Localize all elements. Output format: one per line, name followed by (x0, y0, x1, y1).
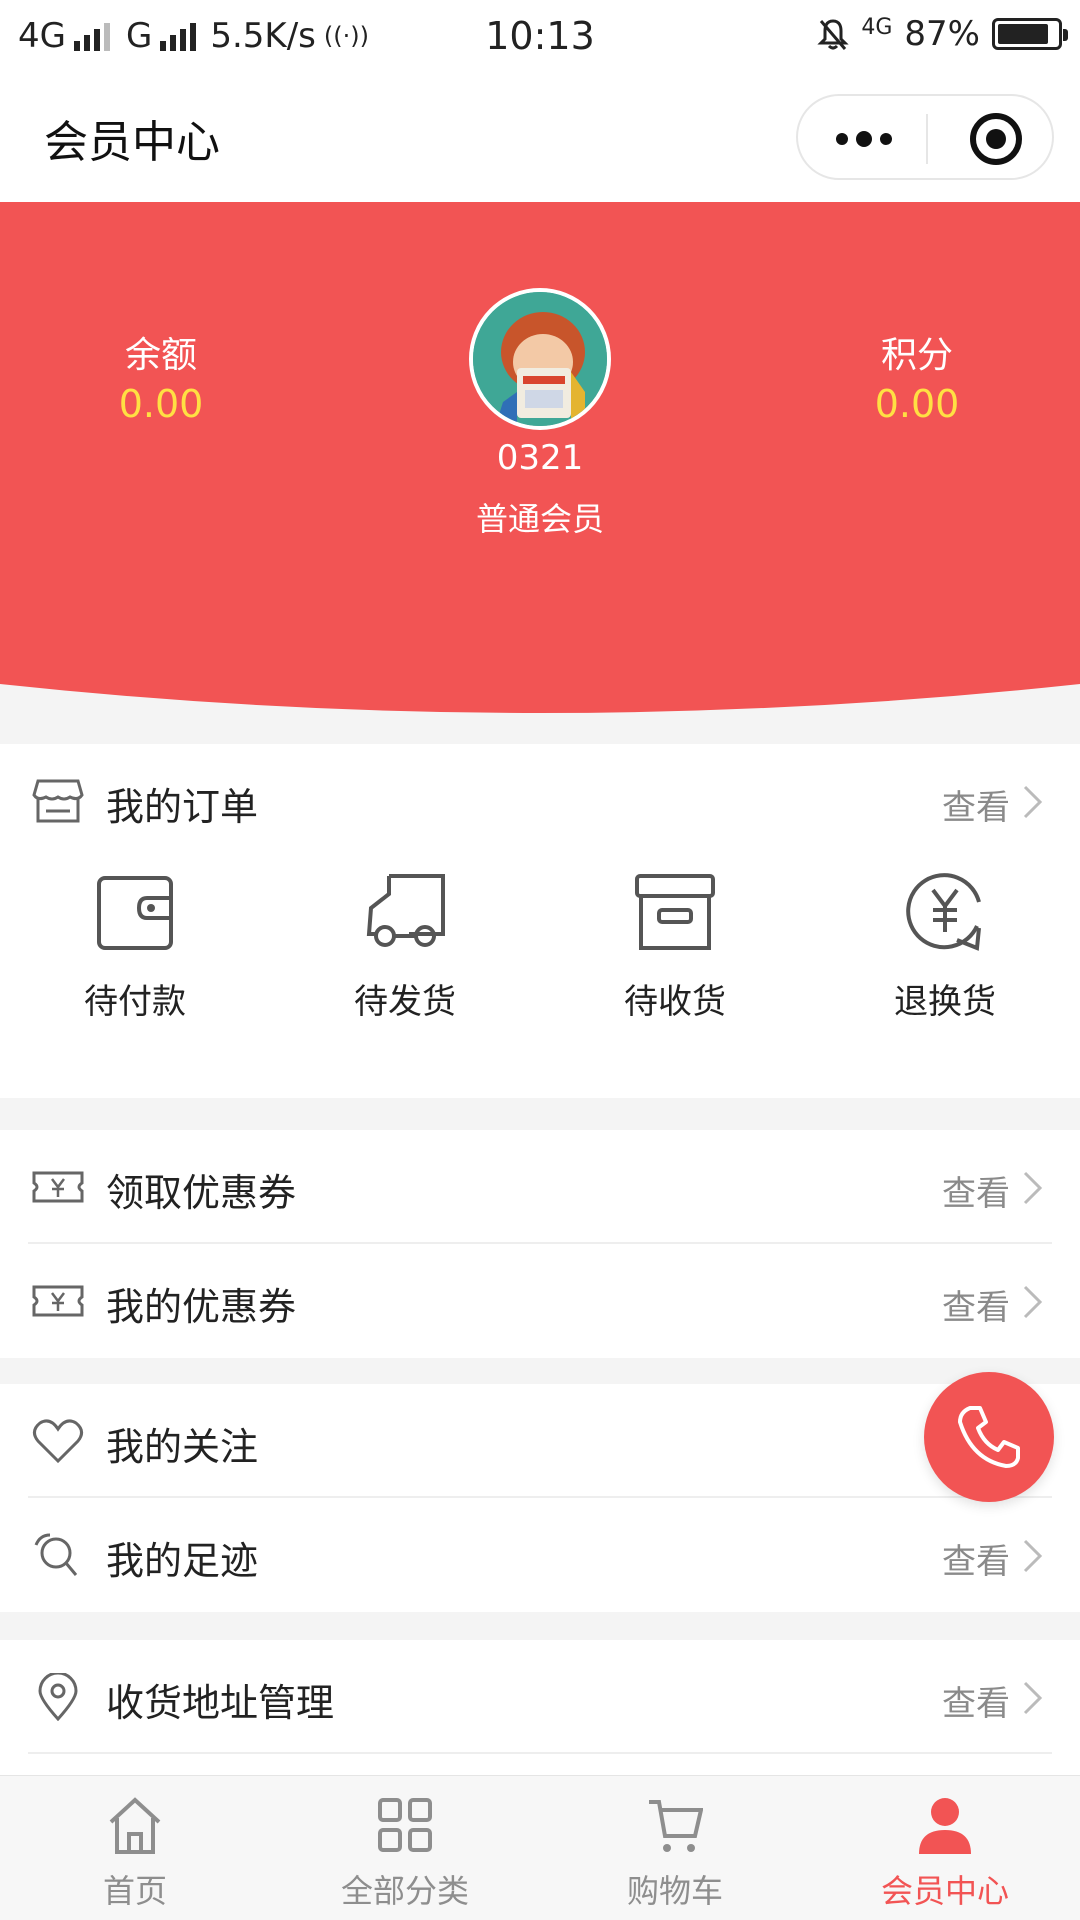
address-section: 收货地址管理 查看 (0, 1640, 1080, 1775)
username: 0321 (496, 438, 584, 478)
order-pending-receipt[interactable]: 待收货 (540, 858, 810, 1098)
points-label: 积分 (880, 335, 953, 376)
tab-cart-label: 购物车 (626, 1872, 723, 1910)
balance-value: 0.00 (118, 382, 204, 426)
network-label-3: 4G (861, 14, 893, 40)
points-value: 0.00 (874, 382, 960, 426)
get-coupons-row[interactable]: 领取优惠券 查看 (0, 1130, 1080, 1244)
favorites-row[interactable]: 我的关注 (0, 1384, 1080, 1498)
footprints-row[interactable]: 我的足迹 查看 (0, 1498, 1080, 1612)
orders-section: 我的订单 查看 待付款 待发货 待收货 退换货 (0, 744, 1080, 1098)
order-returns-label: 退换货 (894, 982, 996, 1022)
get-coupons-view-link[interactable]: 查看 (942, 1166, 1010, 1215)
coupon-icon (32, 1171, 84, 1203)
mute-bell-icon (817, 19, 849, 50)
box-icon (635, 874, 715, 950)
mini-program-capsule (796, 94, 1054, 180)
address-row[interactable]: 收货地址管理 查看 (0, 1640, 1080, 1754)
chevron-right-icon (1023, 785, 1043, 819)
footprints-view-link[interactable]: 查看 (942, 1534, 1010, 1583)
balance-label: 余额 (124, 335, 197, 376)
points-block[interactable]: 积分 0.00 (797, 326, 1037, 426)
coupon-icon (32, 1285, 84, 1317)
footprint-icon (34, 1533, 78, 1576)
status-right: 4G 87% (817, 14, 1068, 54)
tab-member-center-label: 会员中心 (880, 1872, 1009, 1910)
profile-header: 余额 0.00 积分 0.00 0321 普通会员 (0, 202, 1080, 722)
capsule-divider (926, 114, 928, 164)
order-returns[interactable]: 退换货 (810, 858, 1080, 1098)
member-center-page: 4G G 5.5K/s ((·)) 10:13 4G 87% 会员中心 余额 0… (0, 0, 1080, 1920)
heart-icon (33, 1419, 83, 1464)
avatar[interactable] (469, 288, 611, 430)
more-menu-icon[interactable] (836, 96, 892, 182)
truck-icon (366, 874, 445, 947)
tab-categories[interactable]: 全部分类 (270, 1776, 540, 1920)
get-coupons-label: 领取优惠券 (106, 1171, 297, 1215)
chevron-right-icon (1023, 1681, 1043, 1715)
order-pending-shipment[interactable]: 待发货 (270, 858, 540, 1098)
home-icon (109, 1797, 161, 1854)
orders-view-link[interactable]: 查看 (942, 780, 1010, 829)
tab-home[interactable]: 首页 (0, 1776, 270, 1920)
wallet-icon (97, 876, 173, 950)
coupons-section: 领取优惠券 查看 我的优惠券 查看 (0, 1130, 1080, 1358)
battery-icon (992, 18, 1068, 50)
tab-cart[interactable]: 购物车 (540, 1776, 810, 1920)
phone-icon (958, 1406, 1020, 1468)
my-coupons-view-link[interactable]: 查看 (942, 1280, 1010, 1329)
activity-section: 我的关注 我的足迹 查看 (0, 1384, 1080, 1612)
order-pending-payment[interactable]: 待付款 (0, 858, 270, 1098)
grid-icon (378, 1798, 432, 1852)
balance-block[interactable]: 余额 0.00 (41, 326, 281, 426)
status-bar: 4G G 5.5K/s ((·)) 10:13 4G 87% (0, 0, 1080, 76)
chevron-right-icon (1023, 1285, 1043, 1319)
order-status-grid: 待付款 待发货 待收货 退换货 (0, 858, 1080, 1098)
location-icon (38, 1673, 78, 1721)
order-pending-receipt-label: 待收货 (624, 982, 726, 1022)
favorites-label: 我的关注 (106, 1425, 259, 1469)
address-label: 收货地址管理 (106, 1681, 335, 1725)
yuan-exchange-icon (906, 873, 981, 951)
order-pending-shipment-label: 待发货 (354, 982, 456, 1022)
orders-header-row[interactable]: 我的订单 查看 (0, 744, 1080, 858)
shop-icon (32, 779, 84, 823)
call-button[interactable] (924, 1372, 1054, 1502)
battery-fill (998, 24, 1049, 44)
footprints-label: 我的足迹 (106, 1539, 259, 1583)
nav-bar: 会员中心 (0, 76, 1080, 202)
address-view-link[interactable]: 查看 (942, 1676, 1010, 1725)
order-pending-payment-label: 待付款 (84, 982, 186, 1022)
chevron-right-icon (1023, 1171, 1043, 1205)
battery-percent: 87% (904, 14, 980, 54)
row-divider (28, 1752, 1052, 1754)
bottom-tab-bar: 首页 全部分类 购物车 会员中心 (0, 1775, 1080, 1920)
tab-member-center[interactable]: 会员中心 (810, 1776, 1080, 1920)
tab-categories-label: 全部分类 (340, 1872, 469, 1910)
member-level: 普通会员 (475, 500, 604, 538)
my-coupons-label: 我的优惠券 (106, 1285, 297, 1329)
orders-title: 我的订单 (106, 785, 259, 829)
chevron-right-icon (1023, 1539, 1043, 1573)
page-title: 会员中心 (44, 117, 220, 168)
close-mini-program-icon[interactable] (970, 113, 1022, 165)
my-coupons-row[interactable]: 我的优惠券 查看 (0, 1244, 1080, 1358)
cart-icon (649, 1800, 703, 1852)
user-icon (919, 1798, 971, 1854)
tab-home-label: 首页 (102, 1872, 167, 1910)
